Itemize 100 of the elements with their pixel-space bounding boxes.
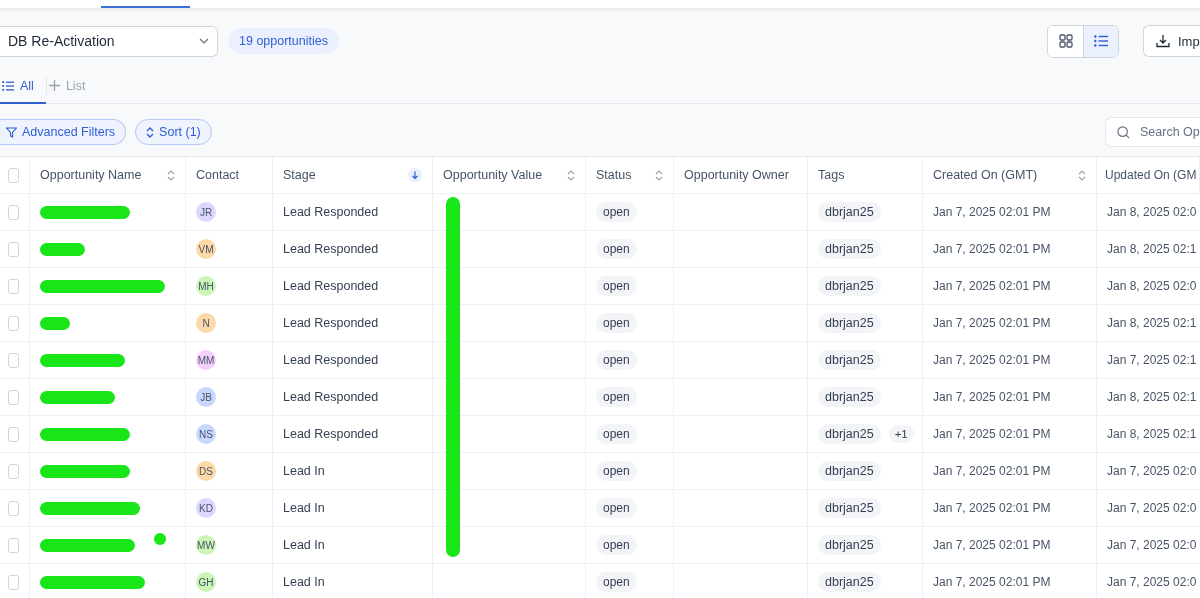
row-checkbox[interactable] [8,204,19,220]
created-date: Jan 7, 2025 02:01 PM [933,501,1051,515]
contact-avatar: MH [196,276,216,296]
count-badge: 19 opportunities [228,28,339,54]
select-all-checkbox[interactable] [8,167,19,183]
contact-avatar: NS [196,424,216,444]
search-icon [1117,124,1130,140]
column-header: Updated On (GM [1105,168,1197,182]
tag-chip: dbrjan25 [818,276,881,296]
status-badge: open [596,276,637,296]
sort-icon[interactable] [567,169,575,181]
sort-button[interactable]: Sort (1) [135,119,212,145]
redaction-mark [40,242,85,256]
column-header: Tags [818,168,845,182]
stage-text: Lead Responded [283,316,379,330]
updated-date: Jan 8, 2025 02:1 [1107,316,1197,330]
redaction-mark [154,533,166,545]
chevron-down-icon [199,38,209,44]
sort-icon [146,126,155,138]
column-header: Stage [283,168,316,182]
updated-date: Jan 8, 2025 02:1 [1107,242,1197,256]
stage-text: Lead Responded [283,390,379,404]
status-badge: open [596,202,637,222]
contact-avatar: KD [196,498,216,518]
stage-text: Lead In [283,464,325,478]
import-button[interactable]: Imp [1143,25,1200,57]
sort-descending-icon[interactable] [408,168,422,182]
status-badge: open [596,313,637,333]
tag-chip: dbrjan25 [818,239,881,259]
row-checkbox[interactable] [8,500,19,516]
list-icon [1094,35,1108,47]
status-badge: open [596,461,637,481]
contact-avatar: JB [196,387,216,407]
row-checkbox[interactable] [8,241,19,257]
column-header: Opportunity Owner [684,168,789,182]
stage-text: Lead Responded [283,279,379,293]
status-badge: open [596,424,637,444]
grid-icon [1058,34,1073,48]
contact-avatar: GH [196,572,216,592]
row-checkbox[interactable] [8,426,19,442]
column-header: Status [596,168,632,182]
tag-chip: dbrjan25 [818,461,881,481]
row-checkbox[interactable] [8,315,19,331]
status-badge: open [596,498,637,518]
created-date: Jan 7, 2025 02:01 PM [933,279,1051,293]
contact-avatar: JR [196,202,216,222]
row-checkbox[interactable] [8,278,19,294]
more-tags-badge: +1 [888,425,914,443]
created-date: Jan 7, 2025 02:01 PM [933,316,1051,330]
sort-icon[interactable] [1078,169,1086,181]
sort-icon[interactable] [655,169,663,181]
status-badge: open [596,350,637,370]
column-header: Created On (GMT) [933,168,1038,182]
status-badge: open [596,572,637,592]
stage-text: Lead In [283,575,325,589]
updated-date: Jan 8, 2025 02:1 [1107,390,1197,404]
created-date: Jan 7, 2025 02:01 PM [933,353,1051,367]
stage-text: Lead Responded [283,205,379,219]
tag-chip: dbrjan25 [818,572,881,592]
stage-text: Lead Responded [283,427,379,441]
status-badge: open [596,535,637,555]
updated-date: Jan 7, 2025 02:0 [1107,575,1197,589]
updated-date: Jan 7, 2025 02:0 [1107,464,1197,478]
tag-chip: dbrjan25 [818,424,881,444]
created-date: Jan 7, 2025 02:01 PM [933,575,1051,589]
row-checkbox[interactable] [8,389,19,405]
column-header: Contact [196,168,240,182]
list-view-button[interactable] [1083,25,1118,57]
search-field[interactable]: Search Op [1105,117,1200,147]
redaction-mark [40,316,70,330]
pipeline-select[interactable]: DB Re-Activation [0,25,218,57]
tag-chip: dbrjan25 [818,535,881,555]
row-checkbox[interactable] [8,574,19,590]
row-checkbox[interactable] [8,352,19,368]
created-date: Jan 7, 2025 02:01 PM [933,242,1051,256]
stage-text: Lead Responded [283,242,379,256]
contact-avatar: N [196,313,216,333]
contact-avatar: VM [196,239,216,259]
tag-chip: dbrjan25 [818,387,881,407]
created-date: Jan 7, 2025 02:01 PM [933,538,1051,552]
filter-button[interactable]: Advanced Filters [0,119,127,145]
created-date: Jan 7, 2025 02:01 PM [933,205,1051,219]
tag-chip: dbrjan25 [818,202,881,222]
tag-chip: dbrjan25 [818,350,881,370]
stage-text: Lead In [283,538,325,552]
sort-icon[interactable] [167,169,175,181]
filter-icon [6,126,17,138]
tag-chip: dbrjan25 [818,498,881,518]
created-date: Jan 7, 2025 02:01 PM [933,427,1051,441]
created-date: Jan 7, 2025 02:01 PM [933,464,1051,478]
column-header: Opportunity Name [40,168,142,182]
row-checkbox[interactable] [8,537,19,553]
updated-date: Jan 7, 2025 02:1 [1107,353,1197,367]
contact-avatar: MW [196,535,216,555]
updated-date: Jan 7, 2025 02:0 [1107,538,1197,552]
search-input[interactable]: Search Op [1140,125,1200,139]
row-checkbox[interactable] [8,463,19,479]
tag-chip: dbrjan25 [818,313,881,333]
list-icon [2,80,14,91]
status-badge: open [596,387,637,407]
